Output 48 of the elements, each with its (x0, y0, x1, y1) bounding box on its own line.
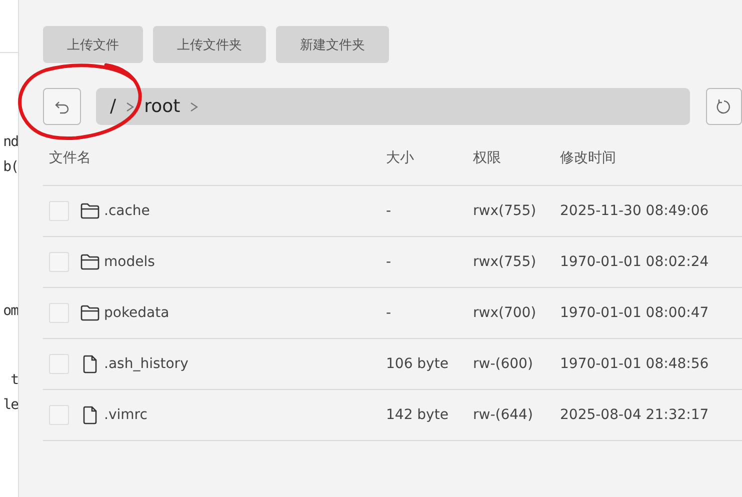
toolbar-button[interactable]: 上传文件夹 (153, 26, 266, 63)
folder-icon (80, 253, 100, 271)
modified-cell-text: 2025-11-30 08:49:06 (560, 203, 710, 219)
size-cell-text: - (386, 203, 392, 219)
code-fragment: t (10, 371, 18, 389)
chevron-icon (126, 102, 134, 112)
size-cell-text: 142 byte (386, 407, 450, 423)
column-header: 文件名 (49, 149, 92, 167)
folder-icon (80, 304, 100, 322)
permissions-cell-text: rwx(755) (473, 203, 538, 219)
refresh-icon (715, 98, 733, 116)
row-checkbox[interactable] (49, 201, 69, 221)
back-button[interactable] (43, 88, 81, 125)
column-header: 修改时间 (560, 149, 617, 167)
permissions-cell-text: rwx(755) (473, 254, 538, 270)
row-checkbox[interactable] (49, 405, 69, 425)
permissions-cell-text: rw-(600) (473, 356, 534, 372)
row-checkbox[interactable] (49, 252, 69, 272)
size-cell-text: - (386, 305, 392, 321)
folder-icon (80, 202, 100, 220)
breadcrumb-item[interactable]: root (144, 96, 180, 117)
modified-cell-text: 1970-01-01 08:00:47 (560, 305, 710, 321)
size-cell-text: - (386, 254, 392, 270)
column-header: 权限 (473, 149, 502, 167)
size-cell-text: 106 byte (386, 356, 450, 372)
modified-cell-text: 1970-01-01 08:02:24 (560, 254, 710, 270)
permissions-cell-text: rwx(700) (473, 305, 538, 321)
toolbar-button[interactable]: 新建文件夹 (276, 26, 389, 63)
refresh-button[interactable] (706, 88, 742, 125)
file-name[interactable]: .vimrc (104, 407, 148, 423)
toolbar-button[interactable]: 上传文件 (43, 26, 143, 63)
undo-icon (54, 98, 70, 114)
code-fragment: nd (2, 133, 18, 151)
permissions-cell-text: rw-(644) (473, 407, 534, 423)
breadcrumb-item[interactable]: / (110, 96, 116, 117)
file-name[interactable]: .ash_history (104, 356, 188, 372)
code-fragment: le (2, 396, 18, 414)
chevron-icon (190, 102, 198, 112)
code-fragment: om (2, 302, 18, 320)
column-header: 大小 (386, 149, 415, 167)
file-name[interactable]: models (104, 254, 155, 270)
row-checkbox[interactable] (49, 354, 69, 374)
code-fragment: b( (2, 158, 18, 176)
row-checkbox[interactable] (49, 303, 69, 323)
file-name[interactable]: pokedata (104, 305, 170, 321)
modified-cell-text: 1970-01-01 08:48:56 (560, 356, 710, 372)
file-name[interactable]: .cache (104, 203, 150, 219)
modified-cell-text: 2025-08-04 21:32:17 (560, 407, 710, 423)
